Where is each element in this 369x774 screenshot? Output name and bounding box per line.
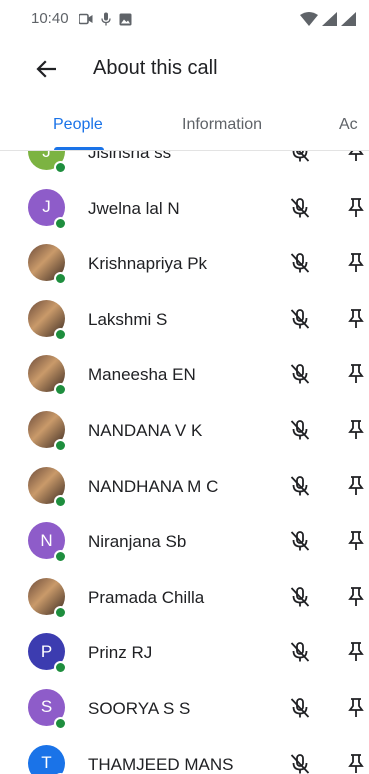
participant-name: Lakshmi S [88, 309, 168, 329]
participant-row[interactable]: Maneesha EN [0, 346, 369, 402]
participant-row[interactable]: Krishnapriya Pk [0, 235, 369, 291]
status-icons-right [300, 12, 356, 26]
presence-dot [54, 494, 67, 508]
presence-dot [54, 216, 67, 230]
mic-off-icon[interactable] [288, 640, 312, 664]
presence-dot [54, 550, 67, 564]
participant-name: Pramada Chilla [88, 587, 205, 607]
pin-icon[interactable] [343, 251, 369, 275]
participant-name: Krishnapriya Pk [88, 254, 208, 274]
participant-row[interactable]: NANDHANA M C [0, 458, 369, 514]
page-title: About this call [93, 57, 218, 79]
presence-dot [54, 661, 67, 675]
participant-row[interactable]: J Jisinsha ss [0, 151, 369, 180]
avatar-initial: T [41, 753, 52, 773]
pin-icon[interactable] [343, 752, 369, 774]
tab-bar: People Information Ac [0, 100, 369, 151]
mic-off-icon[interactable] [288, 696, 312, 720]
pin-icon[interactable] [343, 362, 369, 386]
status-bar: 10:40 [0, 0, 369, 38]
participant-row[interactable]: T THAMJEED MANS [0, 736, 369, 774]
participant-row[interactable]: N Niranjana Sb [0, 513, 369, 569]
participant-name: Jisinsha ss [88, 151, 172, 162]
participant-row[interactable]: P Prinz RJ [0, 624, 369, 680]
participant-name: Jwelna lal N [88, 198, 180, 218]
avatar-initial: P [40, 641, 53, 661]
participant-name: Niranjana Sb [88, 532, 187, 552]
participant-name: Maneesha EN [88, 365, 196, 385]
presence-dot [54, 161, 67, 174]
presence-dot [54, 438, 67, 452]
mic-off-icon[interactable] [288, 585, 312, 609]
participant-row[interactable]: J Jwelna lal N [0, 180, 369, 236]
avatar-initial: S [40, 697, 53, 717]
mic-off-icon[interactable] [288, 251, 312, 275]
back-button[interactable] [29, 52, 63, 86]
image-icon [119, 13, 132, 25]
mic-off-icon[interactable] [288, 752, 312, 774]
participant-name: Prinz RJ [88, 643, 153, 663]
pin-icon[interactable] [343, 418, 369, 442]
presence-dot [54, 327, 67, 341]
mic-off-icon[interactable] [288, 474, 312, 498]
pin-icon[interactable] [343, 640, 369, 664]
mic-off-icon[interactable] [288, 151, 312, 164]
avatar: T [28, 744, 65, 774]
mic-off-icon[interactable] [288, 196, 312, 220]
pin-icon[interactable] [343, 696, 369, 720]
participant-name: NANDANA V K [88, 420, 203, 440]
tab-indicator [54, 147, 104, 150]
video-icon [79, 13, 93, 25]
pin-icon[interactable] [343, 585, 369, 609]
tab-information[interactable]: Information [182, 116, 262, 134]
participant-row[interactable]: Lakshmi S [0, 291, 369, 347]
participant-row[interactable]: S SOORYA S S [0, 680, 369, 736]
pin-icon[interactable] [343, 307, 369, 331]
status-icons-left [79, 12, 132, 26]
app-bar: About this call [0, 38, 369, 100]
pin-icon[interactable] [343, 474, 369, 498]
tab-people[interactable]: People [53, 116, 103, 134]
tab-activities[interactable]: Ac [339, 116, 358, 134]
avatar-initial: J [42, 151, 51, 161]
signal-icon [322, 12, 337, 26]
presence-dot [54, 716, 67, 730]
mic-off-icon[interactable] [288, 307, 312, 331]
participant-name: THAMJEED MANS [88, 754, 234, 774]
participant-name: SOORYA S S [88, 698, 191, 718]
pin-icon[interactable] [343, 196, 369, 220]
avatar-initial: N [40, 530, 53, 550]
mic-status-icon [101, 12, 111, 26]
participant-list[interactable]: J Jisinsha ss J Jwelna lal N Krishnapriya Pk… [0, 151, 369, 774]
participant-list-inner: J Jisinsha ss J Jwelna lal N Krishnapriya Pk… [0, 151, 369, 774]
pin-icon[interactable] [343, 529, 369, 553]
wifi-icon [300, 12, 318, 26]
presence-dot [54, 605, 67, 619]
participant-name: NANDHANA M C [88, 476, 219, 496]
participant-row[interactable]: NANDANA V K [0, 402, 369, 458]
arrow-back-icon [36, 60, 56, 78]
avatar-initial: J [42, 197, 51, 217]
mic-off-icon[interactable] [288, 529, 312, 553]
pin-icon[interactable] [343, 151, 369, 164]
mic-off-icon[interactable] [288, 418, 312, 442]
mic-off-icon[interactable] [288, 362, 312, 386]
presence-dot [54, 272, 67, 286]
participant-row[interactable]: Pramada Chilla [0, 569, 369, 625]
status-time: 10:40 [31, 10, 69, 27]
presence-dot [54, 383, 67, 397]
signal-icon-2 [341, 12, 356, 26]
